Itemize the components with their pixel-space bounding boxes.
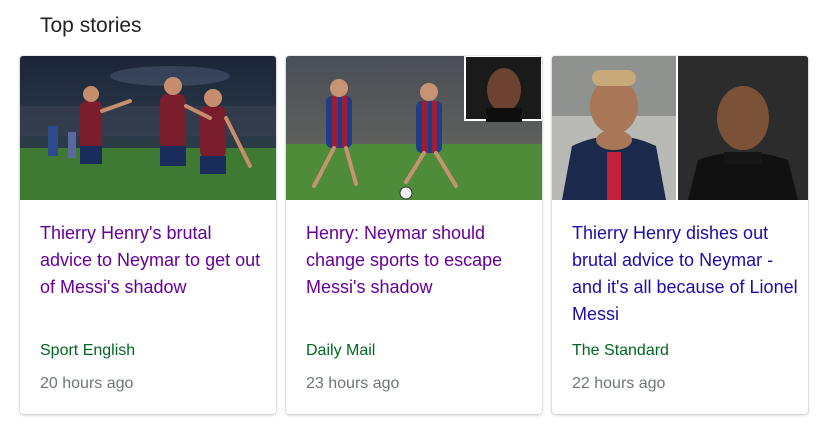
story-timestamp: 23 hours ago <box>306 375 400 392</box>
story-headline-link[interactable]: Henry: Neymar should change sports to es… <box>306 220 532 301</box>
story-timestamp: 20 hours ago <box>40 375 134 392</box>
story-thumbnail[interactable] <box>286 56 542 200</box>
story-card[interactable]: Thierry Henry dishes out brutal advice t… <box>552 56 808 414</box>
story-thumbnail[interactable] <box>552 56 808 200</box>
football-celebration-image <box>20 56 276 200</box>
story-source: Daily Mail <box>306 342 376 359</box>
story-source: The Standard <box>572 342 669 359</box>
story-thumbnail[interactable] <box>20 56 276 200</box>
top-stories-carousel: Thierry Henry's brutal advice to Neymar … <box>20 56 808 414</box>
football-match-image <box>286 56 542 200</box>
story-card[interactable]: Thierry Henry's brutal advice to Neymar … <box>20 56 276 414</box>
story-headline-link[interactable]: Thierry Henry's brutal advice to Neymar … <box>40 220 266 301</box>
section-title: Top stories <box>40 14 142 37</box>
split-portrait-image <box>552 56 808 200</box>
story-card[interactable]: Henry: Neymar should change sports to es… <box>286 56 542 414</box>
story-headline-link[interactable]: Thierry Henry dishes out brutal advice t… <box>572 220 798 328</box>
story-source: Sport English <box>40 342 136 359</box>
story-timestamp: 22 hours ago <box>572 375 666 392</box>
